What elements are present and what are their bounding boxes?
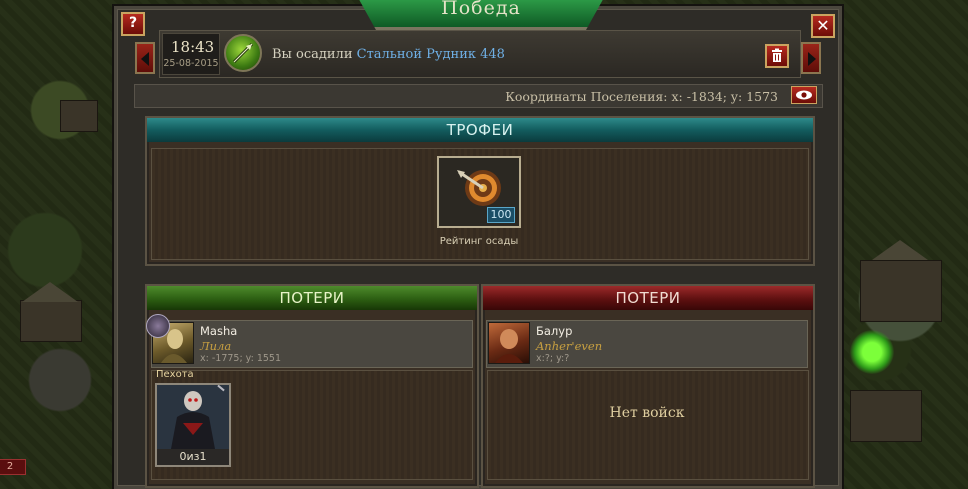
trophy-value-badge: 100 <box>487 207 515 223</box>
next-report-button[interactable] <box>801 42 821 74</box>
no-troops-message: Нет войск <box>609 405 685 421</box>
undead-warrior-icon <box>157 384 229 449</box>
arrow-left-icon <box>141 52 149 66</box>
green-beacon <box>850 330 894 374</box>
defender-coordinates: x:?; y:? <box>536 353 570 364</box>
siege-rating-trophy[interactable]: 100 <box>437 156 521 228</box>
map-building-roof <box>872 240 928 260</box>
unit-card[interactable]: 0из1 <box>155 383 231 467</box>
trash-icon <box>772 48 782 62</box>
attacker-losses-header: ПОТЕРИ <box>147 286 477 310</box>
report-time: 18:43 <box>171 38 215 56</box>
map-building <box>850 390 922 442</box>
defender-alliance[interactable]: Anher'even <box>536 339 602 353</box>
unit-count: 0из1 <box>157 449 229 465</box>
trophies-header: ТРОФЕИ <box>147 118 813 142</box>
map-building <box>60 100 98 132</box>
delete-report-button[interactable] <box>765 44 789 68</box>
arrow-right-icon <box>808 52 816 66</box>
target-settlement-link[interactable]: Стальной Рудник 448 <box>357 47 505 62</box>
trophy-label: Рейтинг осады <box>439 236 519 247</box>
defender-losses-body <box>487 370 809 480</box>
previous-report-button[interactable] <box>135 42 155 74</box>
settlement-coordinates: Координаты Поселения: x: -1834; y: 1573 <box>505 89 778 104</box>
map-counter-badge[interactable]: 2 <box>0 459 26 475</box>
report-message-prefix: Вы осадили <box>272 47 353 62</box>
attacker-coordinates[interactable]: x: -1775; y: 1551 <box>200 353 281 364</box>
dialog-title: Победа <box>356 0 606 30</box>
map-building <box>860 260 942 322</box>
eye-icon <box>796 90 812 100</box>
map-building-roof <box>22 282 78 302</box>
defender-name[interactable]: Балур <box>536 324 572 338</box>
defender-losses-header: ПОТЕРИ <box>483 286 813 310</box>
view-on-map-button[interactable] <box>791 86 817 104</box>
attacker-alliance[interactable]: Лила <box>200 339 231 353</box>
defender-avatar[interactable] <box>488 322 530 364</box>
help-button[interactable]: ? <box>121 12 145 36</box>
attacker-name[interactable]: Masha <box>200 324 237 338</box>
rank-emblem-icon <box>146 314 170 338</box>
report-timestamp: 18:43 25-08-2015 <box>162 33 220 75</box>
unit-category-label: Пехота <box>156 369 194 380</box>
defender-losses-panel: ПОТЕРИ <box>481 284 815 488</box>
close-button[interactable]: ✕ <box>811 14 835 38</box>
map-building <box>20 300 82 342</box>
settlement-coordinates-bar: Координаты Поселения: x: -1834; y: 1573 <box>134 84 823 108</box>
defender-player-row[interactable] <box>486 320 808 368</box>
report-message: Вы осадили Стальной Рудник 448 <box>272 47 505 62</box>
siege-spear-icon <box>224 34 262 72</box>
report-date: 25-08-2015 <box>163 58 219 69</box>
